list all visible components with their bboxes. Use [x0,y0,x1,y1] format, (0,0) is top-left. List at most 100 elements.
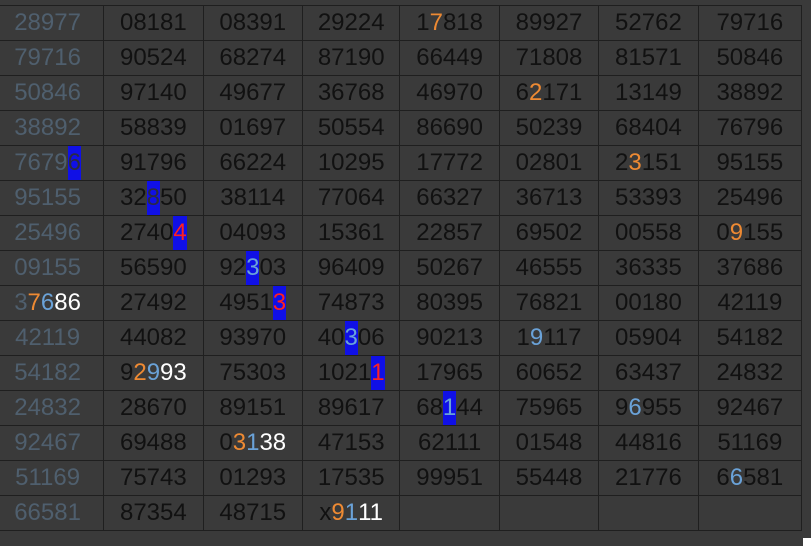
grid-cell[interactable]: 38892 [0,110,105,146]
grid-cell[interactable]: 50846 [0,75,105,111]
grid-cell[interactable]: 42119 [697,285,803,321]
grid-cell[interactable]: 58839 [103,110,204,146]
grid-cell[interactable]: 66224 [202,145,303,181]
grid-cell[interactable]: 24832 [697,355,803,391]
grid-cell[interactable]: 53393 [598,180,699,216]
grid-cell[interactable]: 28977 [0,5,105,41]
grid-cell[interactable]: 38892 [697,75,803,111]
grid-cell[interactable]: 13149 [598,75,699,111]
grid-cell[interactable]: 28670 [103,390,204,426]
grid-cell[interactable]: 17818 [399,5,500,41]
grid-cell[interactable]: 10295 [301,145,401,181]
grid-cell[interactable]: 51169 [0,460,105,496]
grid-cell[interactable]: 87354 [103,495,204,531]
grid-cell[interactable]: 25496 [697,180,803,216]
grid-cell[interactable]: 44082 [103,320,204,356]
grid-cell[interactable]: 27404 [103,215,204,251]
grid-cell[interactable]: 50554 [301,110,401,146]
grid-cell[interactable]: 90524 [103,40,204,76]
grid-cell[interactable]: 27492 [103,285,204,321]
grid-cell[interactable]: 10211 [301,355,401,391]
grid-cell[interactable]: 09155 [0,250,105,286]
grid-cell[interactable] [498,495,600,531]
grid-cell[interactable]: 76796 [0,145,105,181]
grid-cell[interactable]: 00180 [598,285,699,321]
grid-cell[interactable]: 02801 [498,145,600,181]
grid-cell[interactable]: 36713 [498,180,600,216]
grid-cell[interactable]: 50846 [697,40,803,76]
grid-cell[interactable]: 92467 [697,390,803,426]
grid-cell[interactable]: 92467 [0,425,105,461]
grid-cell[interactable]: 08181 [103,5,204,41]
grid-cell[interactable]: 01697 [202,110,303,146]
grid-cell[interactable]: 54182 [0,355,105,391]
grid-cell[interactable]: 37686 [0,285,105,321]
grid-cell[interactable]: 71808 [498,40,600,76]
grid-cell[interactable]: 42119 [0,320,105,356]
grid-cell[interactable]: 17965 [399,355,500,391]
grid-cell[interactable]: 44816 [598,425,699,461]
resize-corner[interactable] [803,538,811,546]
grid-cell[interactable]: 76796 [697,110,803,146]
grid-cell[interactable]: x9111 [301,495,401,531]
grid-cell[interactable]: 87190 [301,40,401,76]
grid-cell[interactable]: 19117 [498,320,600,356]
grid-cell[interactable]: 51169 [697,425,803,461]
grid-cell[interactable]: 62111 [399,425,500,461]
grid-cell[interactable]: 95155 [0,180,105,216]
grid-cell[interactable]: 00558 [598,215,699,251]
grid-cell[interactable]: 55448 [498,460,600,496]
grid-cell[interactable]: 08391 [202,5,303,41]
grid-cell[interactable]: 75965 [498,390,600,426]
grid-cell[interactable]: 68404 [598,110,699,146]
grid-cell[interactable] [598,495,699,531]
grid-cell[interactable]: 80395 [399,285,500,321]
grid-cell[interactable]: 89151 [202,390,303,426]
grid-cell[interactable]: 86690 [399,110,500,146]
grid-cell[interactable]: 66327 [399,180,500,216]
grid-cell[interactable]: 93970 [202,320,303,356]
grid-cell[interactable]: 05904 [598,320,699,356]
grid-cell[interactable]: 48715 [202,495,303,531]
grid-cell[interactable]: 92303 [202,250,303,286]
grid-cell[interactable] [399,495,500,531]
grid-cell[interactable]: 36335 [598,250,699,286]
grid-cell[interactable]: 50239 [498,110,600,146]
grid-cell[interactable] [697,495,803,531]
grid-cell[interactable]: 76821 [498,285,600,321]
grid-cell[interactable]: 24832 [0,390,105,426]
grid-cell[interactable]: 75303 [202,355,303,391]
grid-cell[interactable]: 96409 [301,250,401,286]
grid-cell[interactable]: 81571 [598,40,699,76]
grid-cell[interactable]: 66581 [0,495,105,531]
grid-cell[interactable]: 56590 [103,250,204,286]
grid-cell[interactable]: 90213 [399,320,500,356]
grid-cell[interactable]: 54182 [697,320,803,356]
grid-cell[interactable]: 60652 [498,355,600,391]
grid-cell[interactable]: 17535 [301,460,401,496]
grid-cell[interactable]: 79716 [0,40,105,76]
grid-cell[interactable]: 29224 [301,5,401,41]
grid-cell[interactable]: 47153 [301,425,401,461]
grid-cell[interactable]: 77064 [301,180,401,216]
grid-cell[interactable]: 68144 [399,390,500,426]
grid-cell[interactable]: 95155 [697,145,803,181]
grid-cell[interactable]: 69502 [498,215,600,251]
grid-cell[interactable]: 17772 [399,145,500,181]
grid-cell[interactable]: 25496 [0,215,105,251]
grid-cell[interactable]: 49513 [202,285,303,321]
grid-cell[interactable]: 91796 [103,145,204,181]
grid-cell[interactable]: 46970 [399,75,500,111]
grid-cell[interactable]: 75743 [103,460,204,496]
grid-cell[interactable]: 15361 [301,215,401,251]
grid-cell[interactable]: 46555 [498,250,600,286]
grid-cell[interactable]: 99951 [399,460,500,496]
grid-cell[interactable]: 89617 [301,390,401,426]
grid-cell[interactable]: 69488 [103,425,204,461]
grid-cell[interactable]: 96955 [598,390,699,426]
grid-cell[interactable]: 97140 [103,75,204,111]
grid-cell[interactable]: 01293 [202,460,303,496]
grid-cell[interactable]: 32850 [103,180,204,216]
grid-cell[interactable]: 50267 [399,250,500,286]
grid-cell[interactable]: 03138 [202,425,303,461]
